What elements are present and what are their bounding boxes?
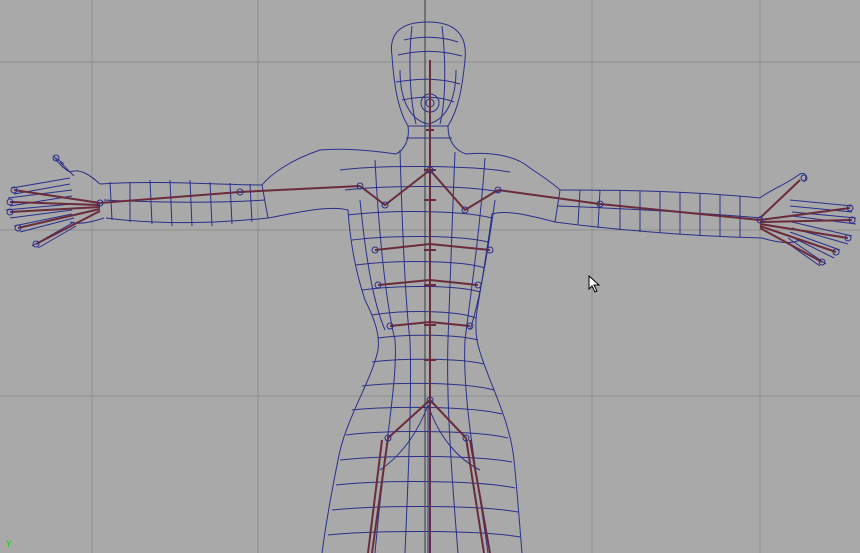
view-axis-label: Y: [6, 540, 12, 550]
3d-viewport[interactable]: Y: [0, 0, 860, 553]
arrow-pointer-icon: [588, 275, 601, 293]
character-wireframe-model[interactable]: [0, 0, 860, 553]
skeleton-joints: [9, 60, 853, 553]
